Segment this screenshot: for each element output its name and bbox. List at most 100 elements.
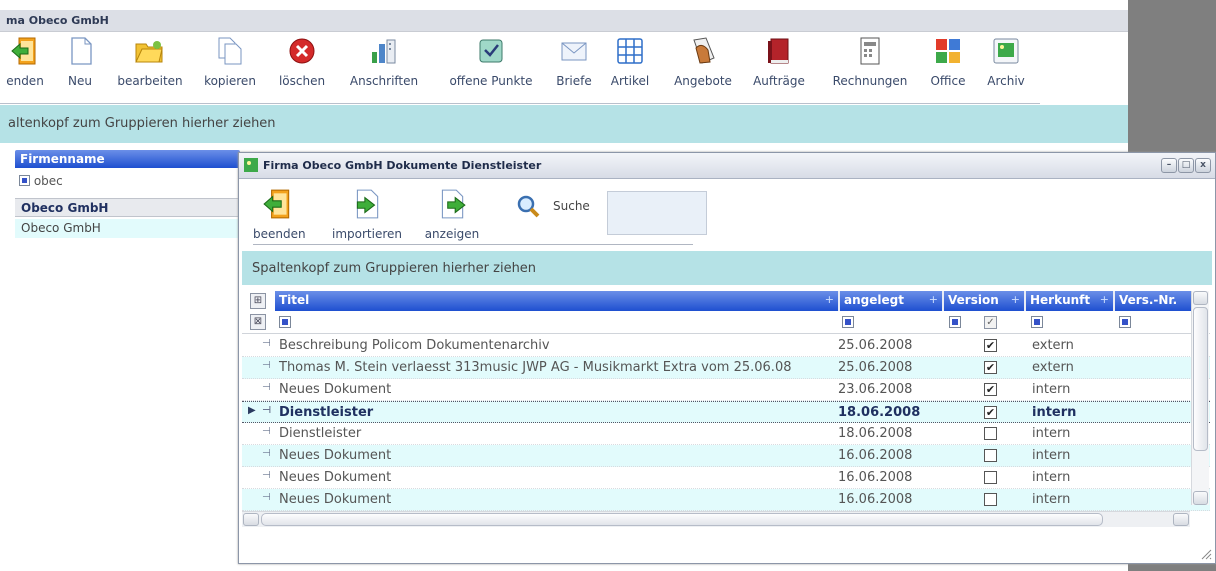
filter-clear-icon[interactable]: ⊠ (250, 314, 266, 330)
toolbar-bearbeiten-button[interactable]: bearbeiten (112, 32, 188, 102)
cell-titel: Neues Dokument (279, 382, 392, 397)
main-toolbar: enden Neu bearbeiten kopieren löschen An… (0, 32, 1040, 104)
toolbar-anschriften-button[interactable]: Anschriften (342, 32, 426, 102)
version-checkbox[interactable] (984, 493, 997, 506)
filter-versnr[interactable] (1119, 316, 1131, 328)
cell-angelegt: 18.06.2008 (838, 405, 921, 420)
pin-icon: + (824, 293, 834, 306)
toolbar-beenden-button[interactable]: enden (0, 32, 50, 102)
toolbar-rechnungen-button[interactable]: Rechnungen (826, 32, 914, 102)
dialog-titlebar[interactable]: Firma Obeco GmbH Dokumente Dienstleister… (239, 153, 1215, 179)
version-checkbox[interactable]: ✔ (984, 383, 997, 396)
resize-grip-icon[interactable] (1200, 548, 1212, 560)
cell-titel: Thomas M. Stein verlaesst 313music JWP A… (279, 360, 792, 375)
background-table-row[interactable]: Obeco GmbH (15, 219, 240, 238)
maximize-button[interactable]: □ (1178, 158, 1194, 173)
cell-titel: Neues Dokument (279, 492, 392, 507)
horizontal-scroll-thumb[interactable] (261, 513, 1103, 526)
background-group-row[interactable]: Obeco GmbH (15, 198, 240, 217)
table-row[interactable]: ⊣ Neues Dokument 16.06.2008 intern (242, 467, 1210, 489)
dialog-toolbar: beenden importieren anzeigen Suche (253, 185, 707, 245)
anzeigen-button[interactable]: anzeigen (419, 185, 485, 243)
addresses-icon (372, 39, 396, 64)
table-row[interactable]: ▶ ⊣ Dienstleister 18.06.2008 ✔ intern (242, 401, 1210, 423)
offers-icon (693, 37, 715, 64)
toolbar-archiv-button[interactable]: Archiv (980, 32, 1032, 102)
toolbar-neu-button[interactable]: Neu (62, 32, 98, 102)
filter-row: ⊠ ✓ (242, 312, 1210, 334)
table-row[interactable]: ⊣ Neues Dokument 16.06.2008 intern (242, 489, 1210, 511)
group-by-hint[interactable]: Spaltenkopf zum Gruppieren hierher ziehe… (242, 251, 1212, 285)
cell-angelegt: 25.06.2008 (838, 338, 913, 353)
table-row[interactable]: ⊣ Neues Dokument 16.06.2008 intern (242, 445, 1210, 467)
filter-icon (19, 175, 30, 186)
cell-herkunft: extern (1032, 360, 1074, 375)
filter-titel[interactable] (279, 316, 291, 328)
open-items-icon (479, 39, 503, 63)
background-window-title: ma Obeco GmbH (0, 10, 1128, 32)
version-checkbox[interactable] (984, 427, 997, 440)
cell-titel: Neues Dokument (279, 448, 392, 463)
cell-herkunft: intern (1032, 470, 1071, 485)
cell-herkunft: extern (1032, 338, 1074, 353)
filter-version-operator[interactable] (949, 316, 961, 328)
column-header-firmenname[interactable]: Firmenname (15, 150, 240, 168)
pin-icon: + (1099, 293, 1109, 306)
beenden-button[interactable]: beenden (253, 185, 306, 243)
scroll-left-button[interactable] (243, 513, 259, 526)
toolbar-auftraege-button[interactable]: Aufträge (748, 32, 810, 102)
toolbar-briefe-button[interactable]: Briefe (552, 32, 596, 102)
scroll-right-button[interactable] (1173, 513, 1189, 526)
table-row[interactable]: ⊣ Thomas M. Stein verlaesst 313music JWP … (242, 357, 1210, 379)
version-checkbox[interactable] (984, 471, 997, 484)
vertical-scrollbar[interactable] (1191, 291, 1209, 505)
scroll-thumb[interactable] (1193, 307, 1208, 451)
column-header-version[interactable]: Version + (944, 291, 1026, 311)
pin-icon: ⊣ (262, 448, 271, 459)
background-filter-row[interactable]: obec (15, 174, 240, 194)
toolbar-office-button[interactable]: Office (926, 32, 970, 102)
article-grid-icon (617, 38, 643, 64)
minimize-button[interactable]: – (1161, 158, 1177, 173)
column-header-angelegt[interactable]: angelegt + (840, 291, 944, 311)
documents-dialog: Firma Obeco GmbH Dokumente Dienstleister… (238, 152, 1216, 564)
version-checkbox[interactable]: ✔ (984, 361, 997, 374)
cell-angelegt: 23.06.2008 (838, 382, 913, 397)
office-icon (936, 39, 960, 63)
exit-icon (263, 189, 290, 219)
cell-herkunft: intern (1032, 405, 1077, 420)
search-icon[interactable] (515, 193, 541, 219)
column-chooser-icon[interactable]: ⊞ (250, 293, 266, 309)
delete-icon (289, 38, 315, 64)
filter-angelegt[interactable] (842, 316, 854, 328)
column-header-versnr[interactable]: Vers.-Nr. (1115, 291, 1194, 311)
search-input[interactable] (607, 191, 707, 235)
horizontal-scrollbar[interactable] (242, 511, 1190, 527)
cell-titel: Dienstleister (279, 405, 374, 420)
toolbar-loeschen-button[interactable]: löschen (270, 32, 334, 102)
toolbar-artikel-button[interactable]: Artikel (606, 32, 654, 102)
toolbar-offene-punkte-button[interactable]: offene Punkte (444, 32, 538, 102)
column-header-titel[interactable]: Titel + (275, 291, 840, 311)
cell-herkunft: intern (1032, 382, 1071, 397)
scroll-down-button[interactable] (1193, 491, 1208, 505)
table-row[interactable]: ⊣ Dienstleister 18.06.2008 intern (242, 423, 1210, 445)
pin-icon: ⊣ (262, 492, 271, 503)
table-row[interactable]: ⊣ Neues Dokument 23.06.2008 ✔ intern (242, 379, 1210, 401)
version-checkbox[interactable]: ✔ (984, 339, 997, 352)
toolbar-angebote-button[interactable]: Angebote (668, 32, 738, 102)
importieren-button[interactable]: importieren (327, 185, 407, 243)
version-checkbox[interactable]: ✔ (984, 406, 997, 419)
column-header-herkunft[interactable]: Herkunft + (1026, 291, 1115, 311)
window-controls: – □ x (1161, 158, 1211, 174)
table-row[interactable]: ⊣ Beschreibung Policom Dokumentenarchiv 25… (242, 335, 1210, 357)
scroll-up-button[interactable] (1193, 291, 1208, 305)
pin-icon: ⊣ (262, 426, 271, 437)
toolbar-kopieren-button[interactable]: kopieren (198, 32, 262, 102)
filter-input-firmenname[interactable]: obec (34, 174, 63, 188)
filter-version-checkbox[interactable]: ✓ (984, 316, 997, 329)
version-checkbox[interactable] (984, 449, 997, 462)
close-button[interactable]: x (1195, 158, 1211, 173)
filter-herkunft[interactable] (1031, 316, 1043, 328)
background-group-hint[interactable]: altenkopf zum Gruppieren hierher ziehen (0, 105, 1128, 143)
